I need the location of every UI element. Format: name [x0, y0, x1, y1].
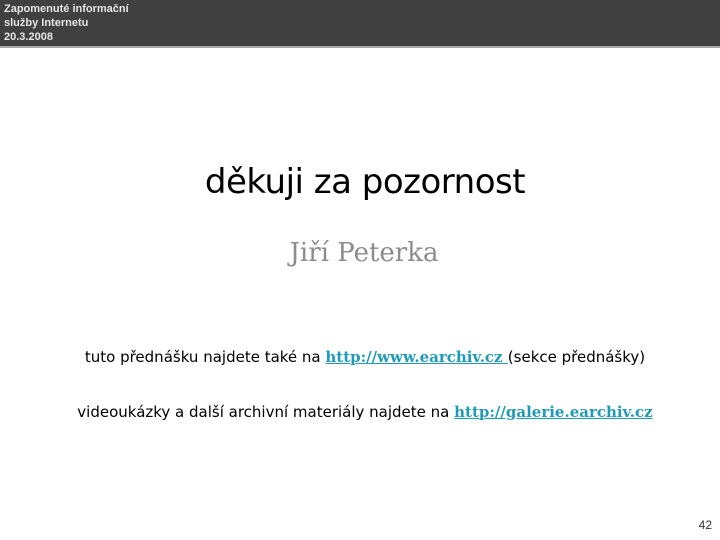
lecture-info-suffix: (sekce přednášky) [507, 348, 646, 366]
lecture-info-line: tuto přednášku najdete také na http://ww… [0, 348, 720, 366]
slide-title: děkuji za pozornost [204, 162, 526, 202]
video-info-text: videoukázky a další archivní materiály n… [77, 403, 455, 421]
header-line-1: Zapomenuté informační [4, 3, 129, 15]
page-number: 42 [698, 518, 712, 532]
lecture-info-text: tuto přednášku najdete také na [84, 348, 326, 366]
earchiv-link[interactable]: http://www.earchiv.cz [325, 348, 507, 366]
header-text: Zapomenuté informační služby Internetu 2… [4, 2, 129, 44]
slide-subtitle: Jiří Peterka [289, 238, 439, 268]
video-info-line: videoukázky a další archivní materiály n… [0, 403, 720, 421]
header-bar: Zapomenuté informační služby Internetu 2… [0, 0, 720, 48]
header-date: 20.3.2008 [4, 31, 53, 43]
galerie-link[interactable]: http://galerie.earchiv.cz [454, 403, 653, 421]
header-line-2: služby Internetu [4, 17, 89, 29]
